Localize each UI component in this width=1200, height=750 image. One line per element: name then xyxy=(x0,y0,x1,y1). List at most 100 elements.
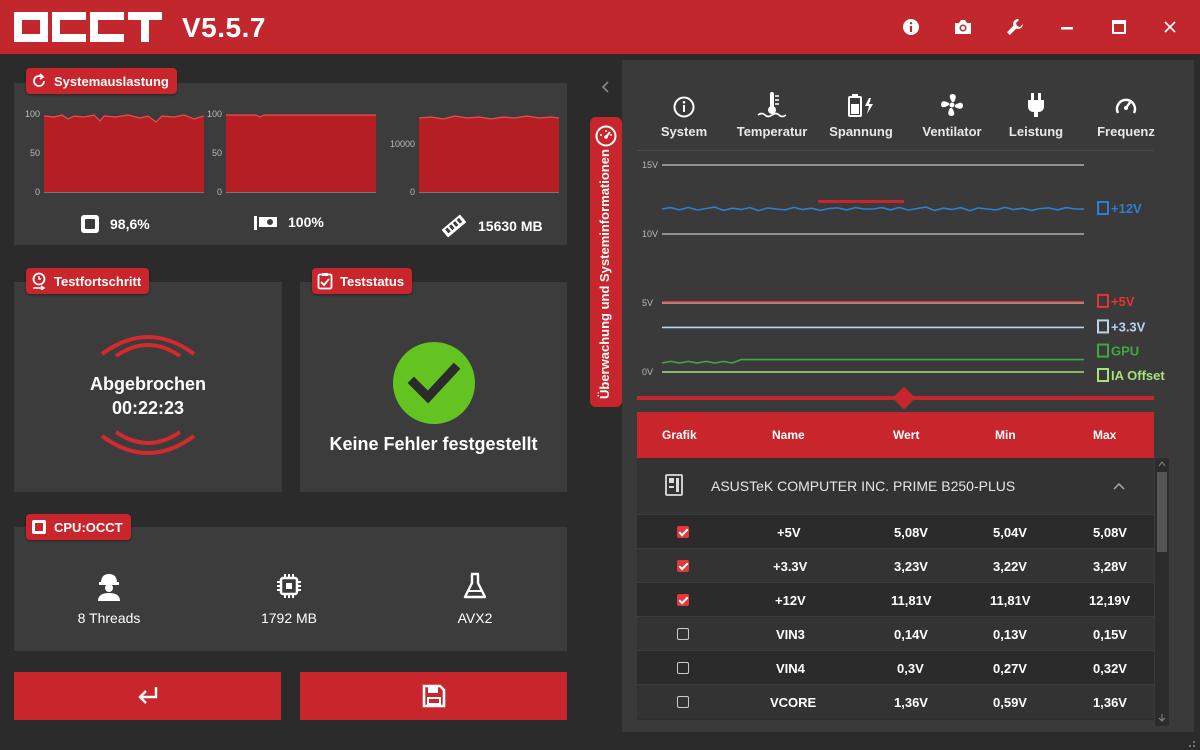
series-line--12v xyxy=(661,206,1084,212)
monitoring-side-tab-label: Überwachung und Systeminformationen xyxy=(597,149,612,399)
sensor-min: 0,59V xyxy=(993,695,1027,710)
tab-label: Leistung xyxy=(1008,124,1064,139)
title-bar: V5.5.7 xyxy=(0,0,1200,54)
monitoring-side-tab[interactable]: Überwachung und Systeminformationen xyxy=(590,117,622,407)
axis-label: 0 xyxy=(409,187,415,197)
test-status-message: Keine Fehler festgestellt xyxy=(329,434,538,454)
scrollbar-thumb[interactable] xyxy=(1157,472,1167,552)
col-value: Wert xyxy=(893,428,920,442)
sensor-min: 0,13V xyxy=(993,627,1027,642)
minimize-button[interactable] xyxy=(1052,12,1082,42)
table-scrollbar[interactable] xyxy=(1155,458,1169,726)
graph-checkbox[interactable] xyxy=(677,662,689,674)
sensor-name: +3.3V xyxy=(773,559,808,574)
sensor-min: 0,27V xyxy=(993,661,1027,676)
y-tick-label: 5V xyxy=(642,298,653,308)
axis-label: 0 xyxy=(34,187,40,197)
tab-fan[interactable]: Ventilator xyxy=(912,90,992,139)
chip-icon xyxy=(277,574,301,598)
sensor-group-name: ASUSTeK COMPUTER INC. PRIME B250-PLUS xyxy=(711,478,1016,494)
table-row[interactable]: VIN4 0,3V 0,27V 0,32V xyxy=(637,650,1154,684)
table-row[interactable]: +3.3V 3,23V 3,22V 3,28V xyxy=(637,548,1154,582)
minimize-icon xyxy=(1061,27,1073,30)
sensor-name: +5V xyxy=(777,525,801,540)
series-legend--5v: +5V xyxy=(1097,293,1135,309)
sensor-group-row[interactable]: ASUSTeK COMPUTER INC. PRIME B250-PLUS xyxy=(637,458,1154,514)
col-max: Max xyxy=(1093,428,1117,442)
legend-swatch xyxy=(1097,368,1109,382)
collapse-panel-button[interactable] xyxy=(600,80,616,98)
legend-label: IA Offset xyxy=(1111,368,1165,383)
voltage-chart: 15V 10V 5V 0V +12V +5V +3.3V GPU IA Offset xyxy=(642,160,1165,383)
axis-label: 50 xyxy=(29,148,40,158)
col-name: Name xyxy=(772,428,805,442)
table-row[interactable]: VCORE 1,36V 0,59V 1,36V xyxy=(637,684,1154,718)
axis-label: 0 xyxy=(216,187,222,197)
legend-label: +12V xyxy=(1111,201,1142,216)
refresh-icon xyxy=(33,73,45,87)
progress-arc-bottom xyxy=(100,430,196,455)
scroll-up-icon[interactable] xyxy=(1158,460,1166,468)
test-status-panel: Keine Fehler festgestellt xyxy=(300,282,567,492)
monitoring-panel: System Temperatur Spannung Ventilator Le… xyxy=(622,60,1194,732)
table-row[interactable]: VIN3 0,14V 0,13V 0,15V xyxy=(637,616,1154,650)
split-slider-handle[interactable] xyxy=(892,386,916,410)
cpu-test-panel: 8 Threads 1792 MB AVX2 xyxy=(14,527,567,651)
back-button[interactable] xyxy=(14,672,281,720)
info-button[interactable] xyxy=(896,12,926,42)
memory-item: 1792 MB xyxy=(234,571,344,626)
tab-power[interactable]: Leistung xyxy=(1002,90,1070,139)
sensor-value: 5,08V xyxy=(894,525,928,540)
settings-button[interactable] xyxy=(1000,12,1030,42)
test-status-title: Teststatus xyxy=(340,273,405,289)
tab-temperature[interactable]: Temperatur xyxy=(732,90,812,139)
screenshot-button[interactable] xyxy=(948,12,978,42)
tab-label: Temperatur xyxy=(736,124,808,139)
gpu-load-value: 100% xyxy=(288,214,324,230)
sensor-name: +12V xyxy=(775,593,806,608)
gauge-icon xyxy=(1115,98,1137,114)
timer-icon xyxy=(32,272,46,290)
test-progress-panel: Abgebrochen 00:22:23 xyxy=(14,282,282,492)
cpu-icon xyxy=(32,520,46,534)
info-icon xyxy=(673,96,695,118)
maximize-icon xyxy=(1112,20,1126,34)
legend-label: +5V xyxy=(1111,294,1135,309)
axis-label: 100 xyxy=(24,109,40,119)
sensor-name: VIN4 xyxy=(776,661,805,676)
gpu-load-chart: 100 50 0 xyxy=(200,109,390,197)
instruction-set-label: AVX2 xyxy=(457,610,493,626)
progress-status: Abgebrochen xyxy=(89,374,206,394)
cpu-test-title: CPU:OCCT xyxy=(54,519,123,535)
flask-icon xyxy=(463,572,487,599)
table-row[interactable]: +5V 5,08V 5,04V 5,08V xyxy=(637,514,1154,548)
scroll-down-icon[interactable] xyxy=(1158,714,1166,722)
resize-grip-icon[interactable] xyxy=(1184,736,1196,748)
gpu-load-area xyxy=(226,114,376,193)
legend-label: +3.3V xyxy=(1111,319,1146,334)
sensor-value: 0,14V xyxy=(894,627,928,642)
sensor-min: 5,04V xyxy=(993,525,1027,540)
sensor-max: 3,28V xyxy=(1093,559,1127,574)
graph-checkbox[interactable] xyxy=(677,696,689,708)
tab-system[interactable]: System xyxy=(652,90,716,139)
return-arrow-icon xyxy=(137,687,157,704)
tab-frequency[interactable]: Frequenz xyxy=(1088,90,1164,139)
test-progress-title: Testfortschritt xyxy=(54,273,142,289)
series-line-gpu xyxy=(661,358,1084,364)
sensor-max: 12,19V xyxy=(1089,593,1131,608)
close-button[interactable] xyxy=(1155,12,1185,42)
graph-checkbox[interactable] xyxy=(677,594,689,606)
sensor-value: 0,3V xyxy=(897,661,924,676)
graph-checkbox[interactable] xyxy=(677,628,689,640)
memory-load-chart: 10000 0 xyxy=(379,109,567,197)
axis-label: 10000 xyxy=(389,139,415,149)
table-row[interactable]: +12V 11,81V 11,81V 12,19V xyxy=(637,582,1154,616)
wrench-icon xyxy=(1007,19,1023,35)
cpu-load-chart: 100 50 0 xyxy=(14,109,204,197)
tab-voltage[interactable]: Spannung xyxy=(820,90,902,139)
graph-checkbox[interactable] xyxy=(677,526,689,538)
graph-checkbox[interactable] xyxy=(677,560,689,572)
maximize-button[interactable] xyxy=(1104,12,1134,42)
save-button[interactable] xyxy=(300,672,567,720)
